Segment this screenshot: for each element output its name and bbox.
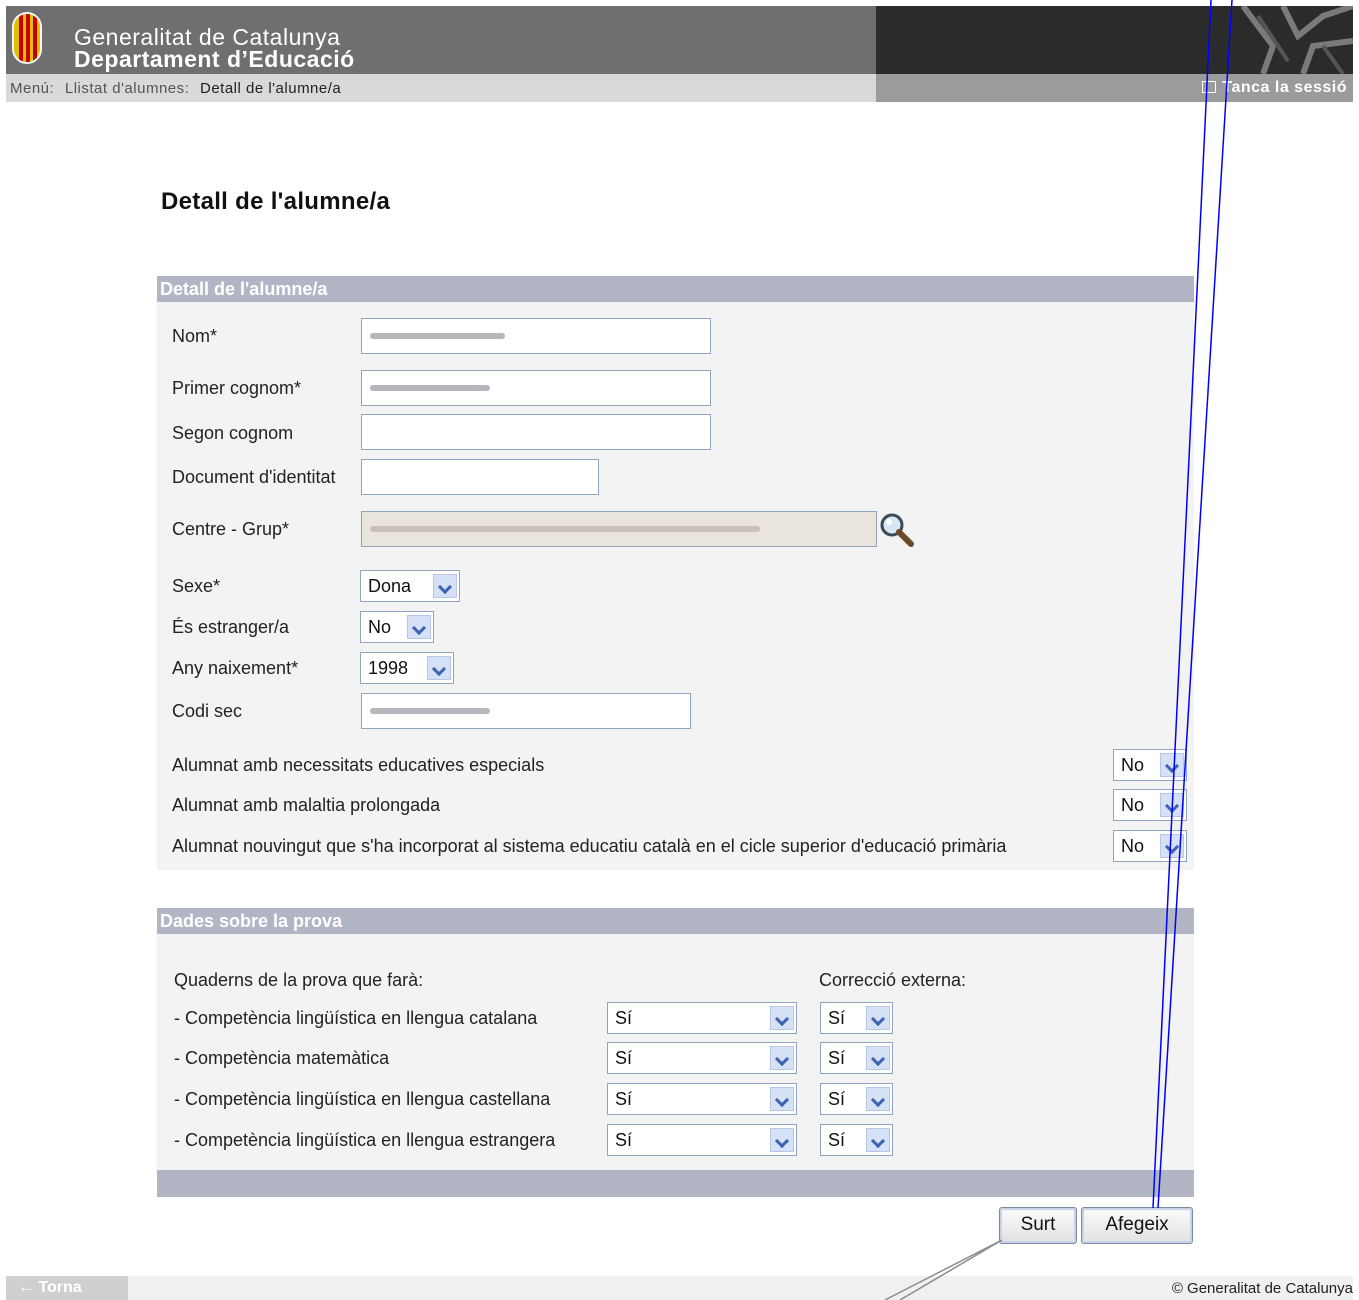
page-footer: ← Torna © Generalitat de Catalunya — [6, 1276, 1353, 1300]
chevron-down-icon — [1160, 753, 1184, 777]
correccio-value: Sí — [828, 1089, 846, 1109]
seal-decoration-icon — [1240, 6, 1353, 74]
student-panel-heading: Detall de l'alumne/a — [157, 276, 1194, 302]
generalitat-logo — [12, 12, 42, 64]
student-detail-panel: Detall de l'alumne/a — [157, 276, 1194, 870]
chevron-down-icon — [866, 1128, 890, 1152]
correccio-value: Sí — [828, 1008, 846, 1028]
quadern-value: Sí — [615, 1089, 633, 1109]
quadern-value: Sí — [615, 1008, 633, 1028]
breadcrumb-student-list[interactable]: Llistat d'alumnes: — [65, 80, 189, 97]
correccio-value: Sí — [828, 1048, 846, 1068]
chevron-down-icon — [407, 615, 431, 639]
quadern-label: - Competència matemàtica — [174, 1048, 390, 1068]
chevron-down-icon — [770, 1006, 794, 1030]
any-naixement-select[interactable]: 1998 — [360, 652, 454, 684]
estranger-value: No — [368, 617, 392, 637]
logout-bar: Tanca la sessió — [876, 74, 1353, 102]
centre-grup-input — [361, 511, 877, 547]
nee-select[interactable]: No — [1113, 749, 1187, 781]
quadern-value: Sí — [615, 1130, 633, 1150]
exam-panel-footer — [157, 1170, 1194, 1197]
chevron-down-icon — [866, 1006, 890, 1030]
malaltia-value: No — [1121, 795, 1145, 815]
correccio-select[interactable]: Sí — [820, 1002, 893, 1034]
centre-grup-label: Centre - Grup* — [172, 519, 290, 539]
exam-panel-heading: Dades sobre la prova — [157, 908, 1194, 934]
chevron-down-icon — [770, 1046, 794, 1070]
logout-icon — [1202, 81, 1217, 93]
department-name: Departament d’Educació — [74, 46, 355, 72]
logout-link[interactable]: Tanca la sessió — [1202, 79, 1347, 97]
malaltia-select[interactable]: No — [1113, 789, 1187, 821]
quadern-label: - Competència lingüística en llengua cat… — [174, 1008, 538, 1028]
segon-cognom-label: Segon cognom — [172, 423, 294, 443]
quaderns-label: Quaderns de la prova que farà: — [174, 970, 424, 990]
correccio-label: Correcció externa: — [819, 970, 967, 990]
breadcrumb-bar: Menú: Llistat d'alumnes: Detall de l'alu… — [6, 74, 1353, 102]
chevron-down-icon — [1160, 793, 1184, 817]
nee-value: No — [1121, 755, 1145, 775]
afegeix-button[interactable]: Afegeix — [1081, 1207, 1193, 1244]
nouvingut-select[interactable]: No — [1113, 830, 1187, 862]
chevron-down-icon — [427, 656, 451, 680]
site-header: Generalitat de Catalunya Departament d’E… — [6, 6, 1353, 74]
malaltia-label: Alumnat amb malaltia prolongada — [172, 795, 441, 815]
back-button[interactable]: ← Torna — [6, 1276, 128, 1300]
nouvingut-label: Alumnat nouvingut que s'ha incorporat al… — [172, 836, 1007, 856]
header-decoration — [876, 6, 1353, 74]
quadern-select[interactable]: Sí — [607, 1042, 797, 1074]
estranger-select[interactable]: No — [360, 611, 434, 643]
sexe-value: Dona — [368, 576, 412, 596]
any-naixement-value: 1998 — [368, 658, 409, 678]
quadern-label: - Competència lingüística en llengua est… — [174, 1130, 556, 1150]
quadern-select[interactable]: Sí — [607, 1083, 797, 1115]
logout-label: Tanca la sessió — [1222, 79, 1347, 96]
chevron-down-icon — [770, 1128, 794, 1152]
page-title: Detall de l'alumne/a — [161, 188, 391, 215]
copyright-text: © Generalitat de Catalunya — [1171, 1280, 1353, 1297]
sexe-label: Sexe* — [172, 576, 221, 596]
quadern-select[interactable]: Sí — [607, 1124, 797, 1156]
breadcrumb-current: Detall de l'alumne/a — [199, 80, 342, 97]
search-icon[interactable] — [878, 511, 916, 549]
any-naixement-label: Any naixement* — [172, 658, 299, 678]
chevron-down-icon — [866, 1046, 890, 1070]
nom-label: Nom* — [172, 326, 218, 346]
quadern-value: Sí — [615, 1048, 633, 1068]
correccio-value: Sí — [828, 1130, 846, 1150]
nouvingut-value: No — [1121, 836, 1145, 856]
sexe-select[interactable]: Dona — [360, 570, 460, 602]
correccio-select[interactable]: Sí — [820, 1042, 893, 1074]
chevron-down-icon — [433, 574, 457, 598]
quadern-label: - Competència lingüística en llengua cas… — [174, 1089, 551, 1109]
breadcrumb-menu[interactable]: Menú: — [10, 80, 54, 97]
document-label: Document d'identitat — [172, 467, 336, 487]
chevron-down-icon — [1160, 834, 1184, 858]
document-input[interactable] — [361, 459, 599, 495]
codi-sec-input[interactable] — [361, 693, 691, 729]
breadcrumb: Menú: Llistat d'alumnes: Detall de l'alu… — [10, 80, 341, 97]
correccio-select[interactable]: Sí — [820, 1124, 893, 1156]
chevron-down-icon — [770, 1087, 794, 1111]
nom-input[interactable] — [361, 318, 711, 354]
quadern-select[interactable]: Sí — [607, 1002, 797, 1034]
nee-label: Alumnat amb necessitats educatives espec… — [172, 755, 545, 775]
segon-cognom-input[interactable] — [361, 414, 711, 450]
surt-button[interactable]: Surt — [999, 1207, 1077, 1244]
primer-cognom-input[interactable] — [361, 370, 711, 406]
correccio-select[interactable]: Sí — [820, 1083, 893, 1115]
estranger-label: És estranger/a — [172, 617, 290, 637]
chevron-down-icon — [866, 1087, 890, 1111]
primer-cognom-label: Primer cognom* — [172, 378, 302, 398]
codi-sec-label: Codi sec — [172, 701, 243, 721]
